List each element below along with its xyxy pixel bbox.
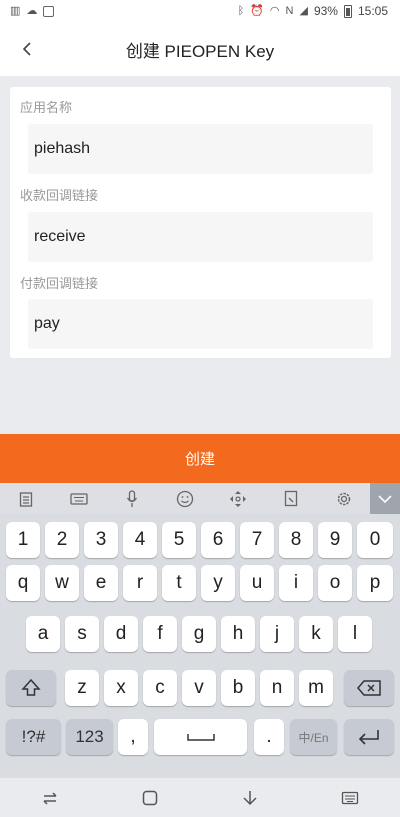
key-5[interactable]: 5 xyxy=(162,522,196,558)
battery-icon xyxy=(343,4,352,18)
emoji-icon[interactable] xyxy=(159,483,212,514)
checkbox-notification-icon xyxy=(43,5,55,17)
keyboard-icon xyxy=(341,791,359,804)
key-0[interactable]: 0 xyxy=(357,522,393,558)
key-z[interactable]: z xyxy=(65,670,99,706)
key-f[interactable]: f xyxy=(143,616,177,652)
keyboard-collapse-button[interactable] xyxy=(370,483,400,514)
key-v[interactable]: v xyxy=(182,670,216,706)
language-switch-key[interactable]: 中/En xyxy=(290,719,337,755)
key-g[interactable]: g xyxy=(182,616,216,652)
enter-key[interactable] xyxy=(344,719,394,755)
form-card: 应用名称 piehash 收款回调链接 receive 付款回调链接 pay xyxy=(10,87,391,358)
keyboard-switch-button[interactable] xyxy=(330,783,370,813)
settings-gear-icon[interactable] xyxy=(317,483,370,514)
app-name-input[interactable]: piehash xyxy=(28,124,373,174)
wifi-icon: ◠ xyxy=(269,4,280,17)
nfc-icon: N xyxy=(285,4,294,17)
backspace-key[interactable] xyxy=(344,670,394,706)
create-button[interactable]: 创建 xyxy=(0,434,400,483)
key-n[interactable]: n xyxy=(260,670,294,706)
key-d[interactable]: d xyxy=(104,616,138,652)
bluetooth-icon: ᛒ xyxy=(237,4,245,17)
key-i[interactable]: i xyxy=(279,565,313,601)
key-7[interactable]: 7 xyxy=(240,522,274,558)
status-bar: ▥ ☁ ᛒ ⏰ ◠ N ◢ 93% 15:05 xyxy=(0,0,400,22)
cloud-notification-icon: ☁ xyxy=(26,4,38,17)
pay-callback-label: 付款回调链接 xyxy=(20,276,99,291)
handwriting-icon[interactable] xyxy=(264,483,317,514)
key-w[interactable]: w xyxy=(45,565,79,601)
key-9[interactable]: 9 xyxy=(318,522,352,558)
receive-callback-label: 收款回调链接 xyxy=(20,188,99,203)
shift-arrow-icon xyxy=(21,678,41,696)
key-r[interactable]: r xyxy=(123,565,157,601)
key-a[interactable]: a xyxy=(26,616,60,652)
recents-button[interactable] xyxy=(30,783,70,813)
shift-key[interactable] xyxy=(6,670,56,706)
recents-icon xyxy=(43,791,57,805)
key-4[interactable]: 4 xyxy=(123,522,157,558)
status-right-icons: ᛒ ⏰ ◠ N ◢ 93% 15:05 xyxy=(238,4,388,18)
alarm-icon: ⏰ xyxy=(250,4,264,17)
key-y[interactable]: y xyxy=(201,565,235,601)
microphone-icon[interactable] xyxy=(106,483,159,514)
key-6[interactable]: 6 xyxy=(201,522,235,558)
clipboard-icon[interactable] xyxy=(0,483,53,514)
period-key[interactable]: . xyxy=(254,719,284,755)
status-left-icons: ▥ ☁ xyxy=(10,4,55,17)
chevron-down-icon xyxy=(243,790,257,805)
key-s[interactable]: s xyxy=(65,616,99,652)
key-t[interactable]: t xyxy=(162,565,196,601)
keyboard-layout-icon[interactable] xyxy=(53,483,106,514)
app-header: 创建 PIEOPEN Key xyxy=(0,22,400,76)
key-m[interactable]: m xyxy=(299,670,333,706)
system-nav-bar xyxy=(0,778,400,817)
key-l[interactable]: l xyxy=(338,616,372,652)
cursor-move-icon[interactable] xyxy=(211,483,264,514)
back-nav-button[interactable] xyxy=(230,783,270,813)
home-button[interactable] xyxy=(130,783,170,813)
enter-return-icon xyxy=(358,730,379,745)
backspace-icon xyxy=(357,680,381,696)
clock: 15:05 xyxy=(357,4,388,18)
app-name-label: 应用名称 xyxy=(20,100,73,115)
key-8[interactable]: 8 xyxy=(279,522,313,558)
chevron-left-icon xyxy=(22,42,31,56)
home-square-icon xyxy=(142,790,158,805)
key-e[interactable]: e xyxy=(84,565,118,601)
numbers-key[interactable]: 123 xyxy=(66,719,113,755)
space-key[interactable] xyxy=(154,719,247,755)
key-b[interactable]: b xyxy=(221,670,255,706)
key-2[interactable]: 2 xyxy=(45,522,79,558)
pay-callback-input[interactable]: pay xyxy=(28,299,373,349)
soft-keyboard: 1 2 3 4 5 6 7 8 9 0 q w e r t y u i o p … xyxy=(0,514,400,778)
receive-callback-input[interactable]: receive xyxy=(28,212,373,262)
space-bar-icon xyxy=(186,734,215,741)
key-k[interactable]: k xyxy=(299,616,333,652)
signal-icon: ◢ xyxy=(299,4,308,17)
page-title: 创建 PIEOPEN Key xyxy=(125,41,275,61)
key-x[interactable]: x xyxy=(104,670,138,706)
key-c[interactable]: c xyxy=(143,670,177,706)
key-p[interactable]: p xyxy=(357,565,393,601)
back-button[interactable] xyxy=(14,36,40,62)
battery-percent: 93% xyxy=(313,4,338,18)
comma-key[interactable]: , xyxy=(118,719,148,755)
symbols-key[interactable]: !?# xyxy=(6,719,61,755)
key-1[interactable]: 1 xyxy=(6,522,40,558)
key-q[interactable]: q xyxy=(6,565,40,601)
gallery-notification-icon: ▥ xyxy=(10,4,21,17)
key-j[interactable]: j xyxy=(260,616,294,652)
chevron-down-icon xyxy=(378,494,392,503)
key-o[interactable]: o xyxy=(318,565,352,601)
keyboard-toolbar xyxy=(0,483,400,514)
key-u[interactable]: u xyxy=(240,565,274,601)
key-3[interactable]: 3 xyxy=(84,522,118,558)
key-h[interactable]: h xyxy=(221,616,255,652)
